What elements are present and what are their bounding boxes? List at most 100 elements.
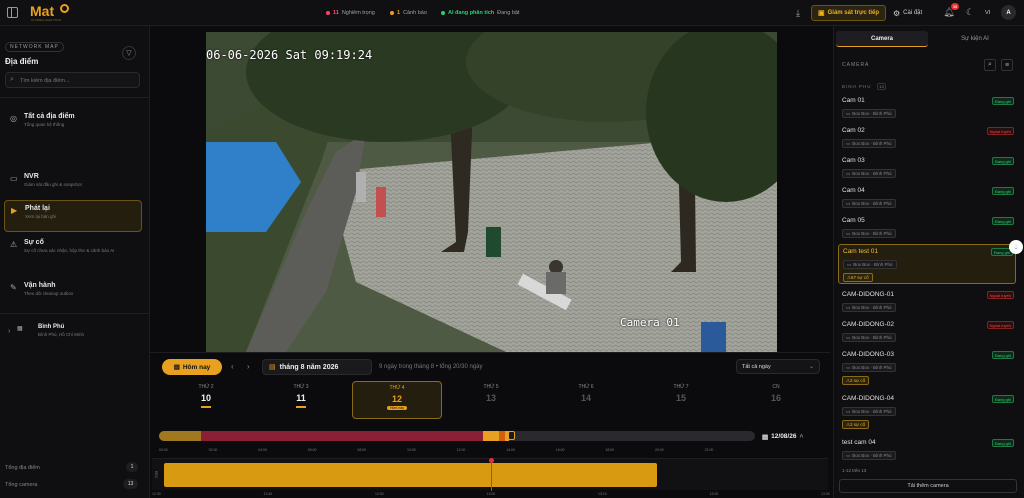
overview-tick: 02:00 bbox=[208, 448, 218, 452]
warning-icon: ⚠ bbox=[10, 240, 18, 249]
camera-item[interactable]: Cam 04 ▭ Box Box · Bình Phú Đang ghi bbox=[838, 184, 1016, 210]
filter-icon[interactable]: ▽ bbox=[122, 46, 136, 60]
camera-item[interactable]: Cam test 01 ▭ Box Box · Bình Phú Đang ghi ⚠ … bbox=[838, 244, 1016, 284]
day-cell[interactable]: CN 16 bbox=[731, 381, 821, 419]
sidebar-item-sub: Tổng quan hệ thống bbox=[24, 122, 65, 127]
ai-state: Đang bật bbox=[497, 10, 520, 16]
track-tick: 13:10 bbox=[598, 492, 607, 496]
sliders-icon[interactable]: ≡ bbox=[1001, 59, 1013, 71]
box-icon: ▭ bbox=[846, 364, 851, 370]
logo-mark-icon bbox=[60, 4, 69, 13]
tab-ai-events[interactable]: Sự kiện AI bbox=[930, 31, 1020, 47]
camera-item[interactable]: CAM-DIDONG-01 ▭ Box Box · Bình Phú Ngoại tu… bbox=[838, 288, 1016, 314]
sidebar-item-label: Phát lại bbox=[25, 205, 50, 212]
day-cell[interactable]: THỨ 3 11 bbox=[256, 381, 346, 419]
day-of-week: THỨ 4 bbox=[389, 385, 405, 391]
ai-status-pill[interactable]: AI đang phân tích Đang bật bbox=[441, 6, 519, 20]
download-icon[interactable]: ⤓ bbox=[793, 8, 803, 18]
overview-tick: 22:00 bbox=[704, 448, 714, 452]
camera-location-tag: ▭ Box Box · Bình Phú bbox=[842, 303, 896, 312]
sidebar-toggle-icon[interactable] bbox=[7, 7, 18, 18]
sidebar-item-sub: Giám sát đầu ghi & snapshot bbox=[24, 182, 82, 187]
camera-item[interactable]: Cam 03 ▭ Box Box · Bình Phú Đang ghi bbox=[838, 154, 1016, 180]
camera-name: Cam 01 bbox=[842, 97, 865, 104]
settings-button[interactable]: ⚙ Cài đặt bbox=[893, 6, 922, 20]
camera-location-tag: ▭ Box Box · Bình Phú bbox=[843, 260, 897, 269]
overview-segment-warning bbox=[483, 431, 509, 441]
timeline-track[interactable]: REC bbox=[152, 458, 828, 491]
day-of-week: THỨ 6 bbox=[578, 384, 594, 390]
camera-item[interactable]: test cam 04 ▭ Box Box · Bình Phú Đang ghi bbox=[838, 436, 1016, 462]
sidebar-item-incidents[interactable]: ⚠ Sự cố Sự cố chưa xác nhận, hộp thư & c… bbox=[4, 235, 142, 271]
timeline-overview[interactable] bbox=[159, 431, 755, 441]
alert-critical-pill[interactable]: 11 Nghiêm trọng bbox=[326, 6, 375, 20]
box-icon: ▭ bbox=[846, 452, 851, 458]
overview-tick: 14:00 bbox=[506, 448, 515, 452]
today-button[interactable]: ▤ Hôm nay bbox=[162, 359, 222, 375]
overview-segment-recorded bbox=[159, 431, 201, 441]
date-selector[interactable]: ▤ 12/08/26 ˄ bbox=[762, 430, 820, 443]
load-more-cameras-button[interactable]: Tải thêm camera bbox=[839, 479, 1017, 493]
box-icon: ▭ bbox=[846, 170, 851, 176]
warning-dot-icon bbox=[390, 11, 394, 15]
incident-count-badge[interactable]: ⚠ 2 sự cố bbox=[842, 420, 870, 429]
video-player[interactable]: 06-06-2026 Sat 09:19:24 Camera 01 bbox=[206, 32, 777, 352]
camera-tag-text: Box Box · Bình Phú bbox=[852, 453, 892, 458]
camera-group-count: 13 bbox=[877, 83, 886, 90]
location-sub: Bình Phú, Hồ Chí Minh bbox=[38, 332, 85, 337]
location-search-field[interactable]: ⌕ bbox=[5, 72, 140, 88]
camera-item[interactable]: CAM-DIDONG-02 ▭ Box Box · Bình Phú Ngoại tu… bbox=[838, 318, 1016, 344]
sidebar-item-all-locations[interactable]: ◎ Tất cả địa điểm Tổng quan hệ thống bbox=[4, 109, 142, 139]
location-search-input[interactable] bbox=[20, 75, 135, 86]
load-more-label: Tải thêm camera bbox=[907, 483, 949, 489]
sidebar-item-playback[interactable]: ▶ Phát lại Xem lại bản ghi bbox=[4, 200, 142, 232]
location-item-binh-phu[interactable]: › ▦ Bình Phú Bình Phú, Hồ Chí Minh bbox=[4, 320, 142, 350]
sidebar-item-nvr[interactable]: ▭ NVR Giám sát đầu ghi & snapshot bbox=[4, 169, 142, 199]
moon-icon[interactable]: ☾ bbox=[965, 7, 975, 17]
recording-marker bbox=[296, 406, 306, 408]
network-map-label: NETWORK MAP bbox=[5, 42, 64, 52]
day-filter-select[interactable]: Tất cả ngày ⌄ bbox=[736, 359, 820, 374]
camera-tag-text: Box Box · Bình Phú bbox=[852, 305, 892, 310]
video-frame bbox=[206, 32, 777, 352]
total-locations-value: 1 bbox=[126, 462, 138, 472]
building-icon: ▦ bbox=[17, 326, 23, 332]
camera-item[interactable]: Cam 01 ▭ Box Box · Bình Phú Đang ghi bbox=[838, 94, 1016, 120]
notification-badge: 38 bbox=[951, 3, 959, 10]
camera-tag-text: Box Box · Bình Phú bbox=[852, 171, 892, 176]
prev-icon[interactable]: ‹ bbox=[231, 362, 234, 371]
day-cell[interactable]: THỨ 2 10 bbox=[161, 381, 251, 419]
playback-icon: ▶ bbox=[11, 206, 18, 215]
camera-location-tag: ▭ Box Box · Bình Phú bbox=[842, 229, 896, 238]
search-icon[interactable]: ⌕ bbox=[984, 59, 996, 71]
incident-count-badge[interactable]: ⚠ 67 sự cố bbox=[843, 273, 873, 282]
assistant-bubble-icon[interactable]: 💧︎ bbox=[1009, 240, 1023, 254]
camera-location-tag: ▭ Box Box · Bình Phú bbox=[842, 407, 896, 416]
day-date: 10 bbox=[200, 393, 211, 403]
day-cell[interactable]: THỨ 6 14 bbox=[541, 381, 631, 419]
camera-item[interactable]: CAM-DIDONG-03 ▭ Box Box · Bình Phú Đang ghi… bbox=[838, 348, 1016, 388]
playhead[interactable] bbox=[491, 459, 492, 491]
camera-item[interactable]: CAM-DIDONG-04 ▭ Box Box · Bình Phú Đang ghi… bbox=[838, 392, 1016, 432]
month-picker[interactable]: ▤ tháng 8 năm 2026 bbox=[262, 359, 372, 375]
avatar[interactable]: A bbox=[1001, 5, 1016, 20]
sidebar-item-operations[interactable]: ✎ Vận hành Theo dõi cleanup outbox bbox=[4, 278, 142, 308]
day-cell[interactable]: THỨ 7 15 bbox=[636, 381, 726, 419]
camera-section-title: CAMERA bbox=[842, 62, 870, 68]
next-icon[interactable]: › bbox=[247, 362, 250, 371]
live-monitor-button[interactable]: ▣ Giám sát trực tiếp bbox=[811, 5, 886, 21]
critical-label: Nghiêm trọng bbox=[341, 10, 375, 16]
app-logo[interactable]: Mat bbox=[30, 3, 54, 19]
camera-item[interactable]: Cam 05 ▭ Box Box · Bình Phú Đang ghi bbox=[838, 214, 1016, 240]
day-date: 14 bbox=[580, 393, 591, 403]
language-switch[interactable]: VI bbox=[985, 10, 990, 16]
overview-cursor-icon[interactable] bbox=[508, 431, 515, 440]
day-cell[interactable]: THỨ 5 13 bbox=[446, 381, 536, 419]
search-icon: ⌕ bbox=[10, 76, 14, 83]
tab-camera[interactable]: Camera bbox=[836, 31, 928, 47]
video-timestamp: 06-06-2026 Sat 09:19:24 bbox=[206, 48, 373, 62]
incident-count-badge[interactable]: ⚠ 2 sự cố bbox=[842, 376, 870, 385]
day-cell[interactable]: THỨ 4 12 Hôm nay bbox=[352, 381, 442, 419]
alert-warning-pill[interactable]: 1 Cảnh báo bbox=[390, 6, 427, 20]
camera-item[interactable]: Cam 02 ▭ Box Box · Bình Phú Ngoại tuyến bbox=[838, 124, 1016, 150]
